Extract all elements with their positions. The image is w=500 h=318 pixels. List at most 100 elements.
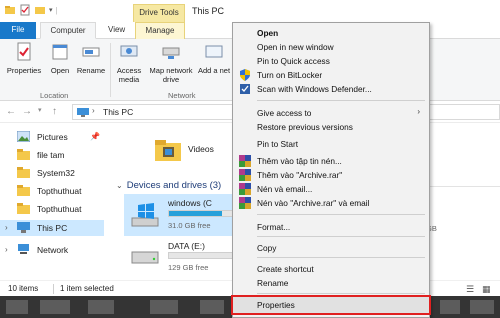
access-media-label: Access media — [116, 66, 142, 84]
menu-item-pin-quick-access[interactable]: Pin to Quick access — [233, 54, 429, 68]
open-button[interactable]: Open — [46, 42, 74, 75]
menu-item-compress-rar-email[interactable]: Nén vào "Archive.rar" và email — [233, 196, 429, 210]
folder-icon — [17, 203, 30, 214]
menu-item-label: Open — [257, 28, 279, 38]
menu-item-properties[interactable]: Properties — [231, 295, 431, 315]
large-icons-view-icon[interactable]: ▦ — [482, 284, 491, 295]
up-arrow-icon[interactable]: ↑ — [52, 106, 57, 117]
details-view-icon[interactable]: ☰ — [466, 284, 474, 295]
nav-item-system32[interactable]: System32 — [0, 165, 104, 181]
menu-separator — [257, 100, 425, 101]
properties-button-label: Properties — [6, 66, 42, 75]
recent-locations-icon[interactable]: ▾ — [38, 106, 42, 114]
open-icon — [52, 44, 68, 60]
properties-check-icon[interactable] — [19, 4, 31, 16]
nav-item-pictures[interactable]: Pictures 📌 — [0, 129, 104, 145]
add-network-location-button[interactable]: Add a net — [196, 42, 232, 75]
tab-file[interactable]: File — [0, 22, 36, 39]
network-icon — [18, 244, 29, 254]
nav-item-label: Topthuthuat — [37, 186, 82, 196]
devices-group-title: Devices and drives (3) — [126, 180, 222, 191]
nav-item-this-pc[interactable]: › This PC — [0, 220, 104, 236]
taskbar-thumbnail[interactable] — [6, 300, 28, 314]
menu-item-rename[interactable]: Rename — [233, 276, 429, 290]
tab-view[interactable]: View — [100, 22, 133, 39]
drive-tools-tab-group: Drive Tools — [133, 4, 185, 22]
menu-item-open-new-window[interactable]: Open in new window — [233, 40, 429, 54]
navigation-pane: Pictures 📌 file tam System32 Topthuthuat… — [0, 123, 106, 280]
forward-arrow-icon[interactable]: → — [22, 106, 32, 117]
customize-quick-access-icon[interactable]: ▾ — [49, 6, 53, 14]
menu-item-open[interactable]: Open — [233, 26, 429, 40]
nav-item-network[interactable]: › Network — [0, 242, 104, 258]
windows-drive-icon — [131, 203, 159, 227]
rename-button-label: Rename — [76, 66, 106, 75]
this-pc-icon — [77, 108, 89, 117]
drive-c-tile[interactable]: windows (C 31.0 GB free — [124, 194, 244, 236]
menu-item-give-access[interactable]: Give access to › — [233, 106, 429, 120]
drive-c-name: windows (C — [168, 198, 212, 208]
expand-chevron-icon[interactable]: › — [5, 245, 8, 254]
shield-icon — [240, 69, 250, 81]
videos-folder-icon[interactable] — [154, 138, 182, 162]
title-separator: | — [55, 5, 58, 15]
map-network-drive-button[interactable]: Map network drive — [146, 42, 196, 84]
properties-button[interactable]: Properties — [4, 42, 44, 75]
expand-chevron-icon[interactable]: › — [5, 223, 8, 232]
menu-item-add-archive[interactable]: Thêm vào tập tin nén... — [233, 154, 429, 168]
access-media-icon — [120, 45, 138, 57]
new-folder-icon[interactable] — [34, 4, 46, 16]
taskbar-thumbnail[interactable] — [200, 300, 224, 314]
taskbar-thumbnail[interactable] — [88, 300, 114, 314]
menu-item-label: Properties — [257, 300, 295, 310]
nav-item-label: file tam — [37, 150, 65, 160]
pin-icon[interactable]: 📌 — [90, 132, 100, 141]
back-arrow-icon[interactable]: ← — [6, 106, 16, 117]
taskbar-thumbnail[interactable] — [470, 300, 494, 314]
folder-label-videos[interactable]: Videos — [188, 144, 214, 154]
menu-item-label: Rename — [257, 278, 289, 288]
menu-separator — [257, 293, 425, 294]
taskbar-thumbnail[interactable] — [440, 300, 460, 314]
window-title: This PC — [192, 6, 225, 16]
menu-item-label: Turn on BitLocker — [257, 70, 323, 80]
menu-item-copy[interactable]: Copy — [233, 241, 429, 255]
nav-item-file-tam[interactable]: file tam — [0, 147, 104, 163]
tab-computer[interactable]: Computer — [40, 22, 96, 39]
tab-manage[interactable]: Manage — [135, 22, 185, 39]
menu-item-format[interactable]: Format... — [233, 220, 429, 234]
menu-item-label: Pin to Start — [257, 139, 299, 149]
menu-item-add-archive-rar[interactable]: Thêm vào "Archive.rar" — [233, 168, 429, 182]
rename-button[interactable]: Rename — [74, 42, 108, 75]
menu-separator — [257, 214, 425, 215]
winrar-icon — [239, 155, 251, 167]
devices-group-header[interactable]: ⌄ Devices and drives (3) — [116, 180, 221, 191]
menu-item-label: Open in new window — [257, 42, 334, 52]
menu-item-turn-on-bitlocker[interactable]: Turn on BitLocker — [233, 68, 429, 82]
access-media-button[interactable]: Access media — [114, 42, 144, 84]
menu-item-compress-email[interactable]: Nén và email... — [233, 182, 429, 196]
menu-item-label: Restore previous versions — [257, 122, 353, 132]
nav-item-label: Topthuthuat — [37, 204, 82, 214]
explorer-icon[interactable] — [4, 4, 16, 16]
taskbar-thumbnail[interactable] — [150, 300, 178, 314]
taskbar-thumbnail[interactable] — [40, 300, 70, 314]
menu-separator — [257, 236, 425, 237]
menu-item-scan-defender[interactable]: Scan with Windows Defender... — [233, 82, 429, 96]
nav-item-topthuthuat-2[interactable]: Topthuthuat — [0, 201, 104, 217]
menu-separator — [257, 257, 425, 258]
ribbon-separator — [110, 43, 111, 97]
menu-item-restore-versions[interactable]: Restore previous versions — [233, 120, 429, 134]
hard-drive-icon — [131, 251, 159, 264]
menu-item-create-shortcut[interactable]: Create shortcut — [233, 262, 429, 276]
collapse-chevron-icon[interactable]: ⌄ — [116, 181, 123, 190]
breadcrumb[interactable]: This PC — [103, 107, 133, 117]
menu-item-pin-to-start[interactable]: Pin to Start — [233, 137, 429, 151]
menu-item-label: Thêm vào tập tin nén... — [257, 156, 342, 166]
this-pc-icon — [17, 222, 30, 233]
status-selection: 1 item selected — [60, 284, 114, 293]
nav-item-topthuthuat[interactable]: Topthuthuat — [0, 183, 104, 199]
breadcrumb-chevron-icon[interactable]: › — [92, 106, 95, 115]
menu-item-label: Scan with Windows Defender... — [257, 84, 372, 94]
add-network-location-icon — [205, 45, 223, 58]
